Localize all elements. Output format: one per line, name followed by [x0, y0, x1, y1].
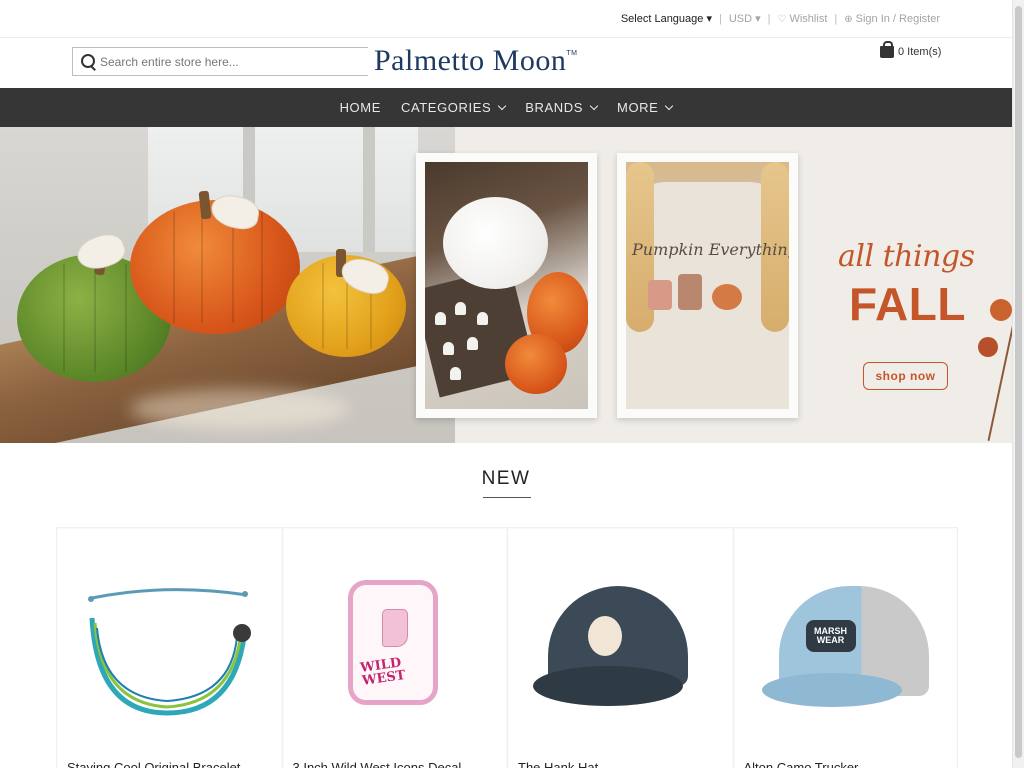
wishlist-link[interactable]: ♡ Wishlist [778, 13, 828, 25]
hat-patch-graphic: MARSH WEAR [805, 620, 856, 652]
flower-graphic [978, 337, 998, 357]
nav-brands-label: BRANDS [525, 100, 584, 115]
orange-pumpkin-graphic [130, 200, 300, 334]
pumpkin-rib [201, 210, 204, 324]
shop-now-button[interactable]: shop now [863, 362, 948, 390]
currency-label: USD [728, 13, 753, 25]
top-utility-bar: Select Language ▾ | USD ▾ | ♡ Wishlist | … [0, 0, 1012, 38]
chevron-down-icon [498, 101, 507, 110]
scrollbar[interactable] [1012, 0, 1024, 768]
nav-categories-label: CATEGORIES [400, 100, 492, 115]
search-input[interactable] [100, 54, 360, 69]
ghost-graphic [477, 312, 488, 325]
hat-patch-graphic [588, 616, 622, 656]
cart-count: 0 Item(s) [898, 46, 942, 58]
divider: | [718, 12, 722, 25]
search-box [72, 47, 368, 76]
nav-brands[interactable]: BRANDS [515, 100, 607, 115]
product-card[interactable]: MARSH WEAR Alton Camo Trucker [732, 528, 958, 768]
cart-icon [880, 41, 894, 58]
bracelet-image [88, 588, 251, 716]
product-title[interactable]: 3 Inch Wild West Icons Decal [293, 760, 462, 768]
pumpkin-rib [260, 210, 263, 324]
ghost-graphic [467, 337, 478, 350]
site-header: Palmetto MoonTM 0 Item(s) [0, 38, 1012, 88]
pumpkin-rib [124, 264, 127, 372]
user-icon: ⊕ [844, 13, 853, 25]
white-pumpkin-graphic [443, 197, 548, 289]
flower-graphic [990, 299, 1012, 321]
logo-trademark: TM [566, 50, 578, 57]
nav-categories[interactable]: CATEGORIES [391, 100, 515, 115]
heart-icon: ♡ [777, 13, 787, 25]
chevron-down-icon [589, 101, 599, 110]
language-label: Select Language [620, 13, 704, 25]
polaroid-shirt: Pumpkin Everything [617, 153, 798, 418]
utility-links: Select Language ▾ | USD ▾ | ♡ Wishlist | … [621, 12, 940, 26]
wishlist-label: Wishlist [789, 12, 828, 25]
pumpkin-rib [232, 210, 234, 324]
product-card[interactable]: WILD WEST 3 Inch Wild West Icons Decal [281, 528, 508, 768]
nav-more[interactable]: MORE [607, 100, 682, 115]
ghost-graphic [435, 312, 446, 325]
main-nav: HOME CATEGORIES BRANDS MORE [0, 88, 1012, 127]
signin-label: Sign In / Register [855, 12, 940, 25]
pumpkin-rib [172, 210, 175, 324]
product-title[interactable]: The Hank Hat [518, 760, 598, 768]
pumpkin-rib [63, 264, 66, 372]
shirt-text: Pumpkin Everything [632, 240, 789, 259]
coffee-cup-graphic [678, 274, 702, 310]
boot-graphic [382, 610, 407, 646]
hat-brim [533, 666, 683, 706]
title-underline [483, 497, 531, 498]
light-reflection [130, 389, 350, 429]
nav-more-label: MORE [617, 100, 659, 115]
site-logo[interactable]: Palmetto MoonTM [374, 44, 577, 78]
hero-tagline-headline: FALL [849, 278, 966, 330]
currency-selector[interactable]: USD ▾ [729, 12, 761, 25]
section-title-new: NEW [481, 468, 531, 489]
shirt-photo: Pumpkin Everything [626, 162, 789, 409]
chevron-down-icon [665, 101, 674, 110]
pumpkins-photo [0, 127, 455, 443]
product-title[interactable]: Alton Camo Trucker [744, 760, 859, 768]
hero-banner[interactable]: Pumpkin Everything all things FALL shop … [0, 127, 1012, 443]
product-grid: Staying Cool Original Bracelet WILD WEST… [56, 527, 958, 768]
decal-image: WILD WEST [347, 580, 438, 705]
ghost-graphic [455, 302, 466, 315]
scrollbar-thumb[interactable] [1015, 6, 1022, 758]
logo-text: Palmetto Moon [374, 44, 567, 77]
divider: | [834, 12, 838, 25]
pumpkin-rib [322, 263, 324, 349]
orange-pumpkin-graphic [505, 334, 567, 394]
decor-photo [425, 162, 588, 409]
product-card[interactable]: Staying Cool Original Bracelet [56, 528, 282, 768]
pumpkin-rib [94, 264, 96, 372]
window-frame [363, 127, 375, 252]
decal-text: WILD WEST [358, 655, 406, 689]
product-card[interactable]: The Hank Hat [507, 528, 733, 768]
ghost-graphic [450, 367, 461, 380]
page: Select Language ▾ | USD ▾ | ♡ Wishlist | … [0, 0, 1012, 768]
pumpkin-graphic [712, 284, 742, 310]
cart-link[interactable]: 0 Item(s) [880, 41, 942, 58]
nav-home-label: HOME [339, 100, 381, 115]
hat-brim [761, 673, 902, 707]
language-selector[interactable]: Select Language ▾ [621, 12, 712, 25]
signin-link[interactable]: ⊕ Sign In / Register [844, 13, 940, 25]
product-title[interactable]: Staying Cool Original Bracelet [67, 760, 240, 768]
search-icon[interactable] [78, 51, 100, 73]
hero-tagline-script: all things [838, 239, 975, 274]
nav-home[interactable]: HOME [330, 100, 391, 115]
polaroid-decor [416, 153, 597, 418]
divider: | [767, 12, 771, 25]
ghost-graphic [443, 342, 454, 355]
cupcake-graphic [648, 280, 672, 310]
